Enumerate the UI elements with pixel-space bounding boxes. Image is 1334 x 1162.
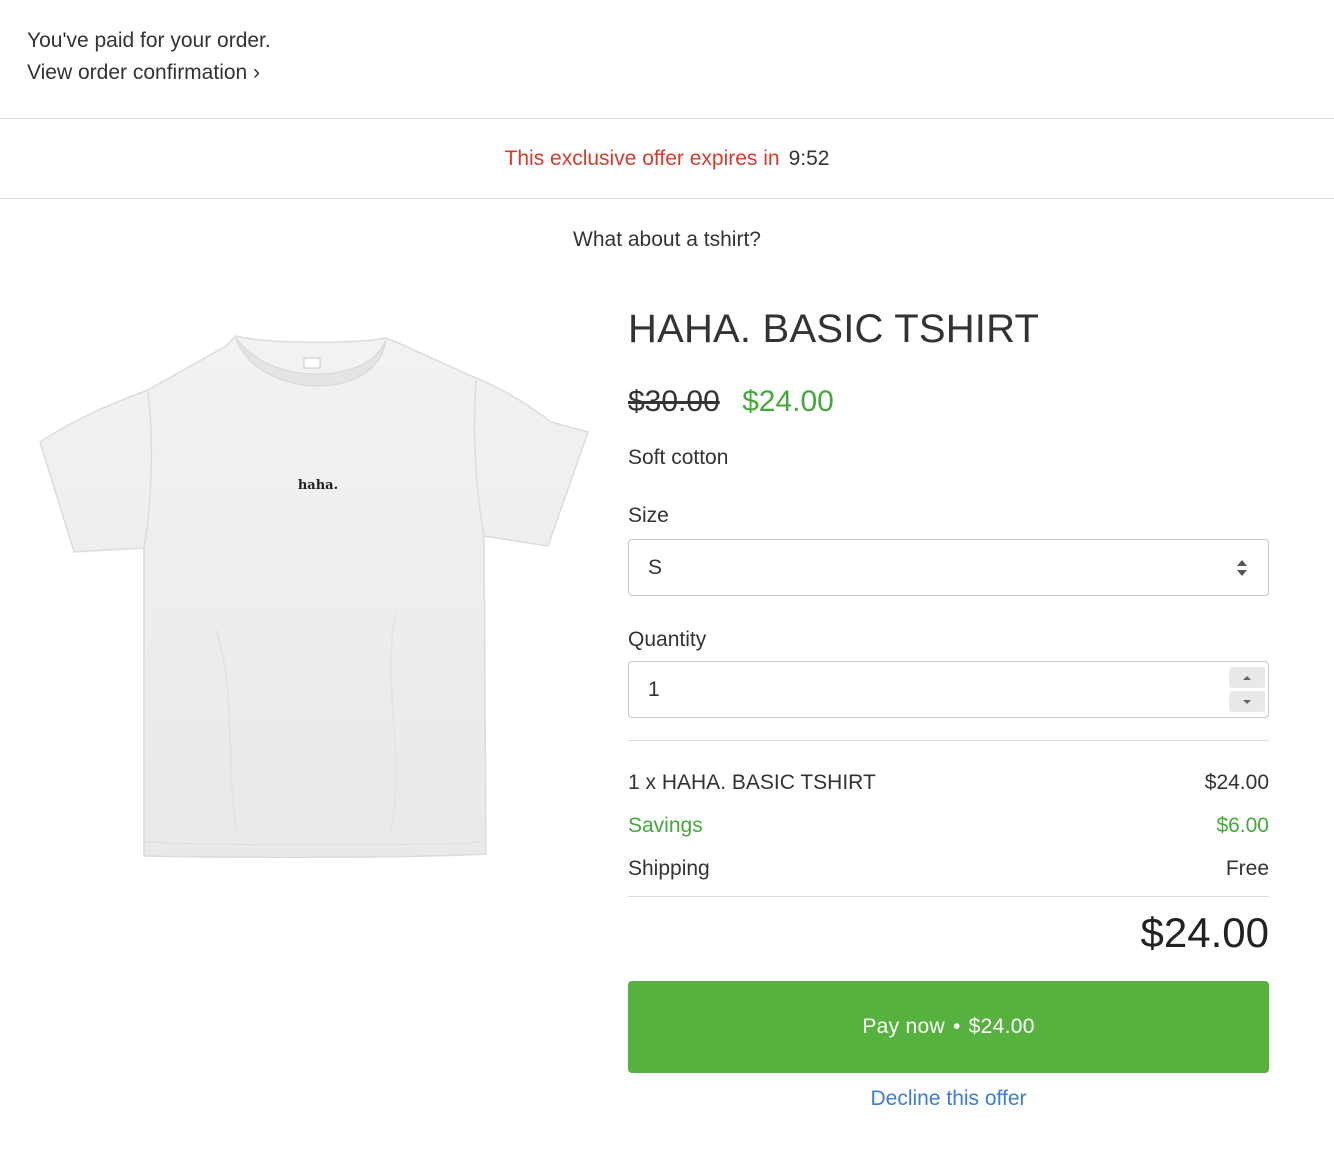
savings-value: $6.00 bbox=[1216, 814, 1269, 837]
offer-heading: What about a tshirt? bbox=[573, 228, 761, 251]
line-item-label: 1 x HAHA. BASIC TSHIRT bbox=[628, 771, 876, 794]
pay-now-amount: $24.00 bbox=[968, 1015, 1035, 1038]
view-order-confirmation-link[interactable]: View order confirmation › bbox=[27, 56, 260, 89]
pay-separator: • bbox=[952, 1015, 961, 1038]
quantity-label: Quantity bbox=[628, 628, 707, 651]
pay-now-button[interactable]: Pay now • $24.00 bbox=[628, 981, 1269, 1073]
order-total: $24.00 bbox=[1140, 909, 1269, 956]
tshirt-image: haha. bbox=[39, 335, 589, 859]
paid-banner: You've paid for your order. View order c… bbox=[0, 0, 1334, 119]
quantity-value[interactable]: 1 bbox=[648, 678, 660, 702]
size-select[interactable]: S bbox=[628, 539, 1269, 596]
size-label: Size bbox=[628, 504, 669, 527]
savings-label: Savings bbox=[628, 814, 703, 837]
paid-message: You've paid for your order. bbox=[27, 29, 271, 52]
product-title: HAHA. BASIC TSHIRT bbox=[628, 307, 1040, 351]
decline-offer-link[interactable]: Decline this offer bbox=[628, 1085, 1269, 1113]
original-price: $30.00 bbox=[628, 385, 720, 418]
quantity-stepper-controls bbox=[1229, 667, 1265, 712]
caret-up-icon bbox=[1243, 675, 1251, 680]
select-updown-icon bbox=[1236, 559, 1248, 577]
order-summary: 1 x HAHA. BASIC TSHIRT $24.00 Savings $6… bbox=[628, 741, 1269, 890]
quantity-decrement-button[interactable] bbox=[1229, 691, 1265, 712]
pay-now-label: Pay now bbox=[862, 1015, 945, 1038]
tshirt-print-text: haha. bbox=[298, 478, 338, 493]
sale-price: $24.00 bbox=[742, 385, 834, 418]
line-item-value: $24.00 bbox=[1204, 771, 1269, 794]
caret-down-icon bbox=[1243, 699, 1251, 704]
summary-line-item: 1 x HAHA. BASIC TSHIRT $24.00 bbox=[628, 761, 1269, 804]
quantity-increment-button[interactable] bbox=[1229, 667, 1265, 688]
summary-divider-bottom bbox=[628, 896, 1269, 897]
quantity-stepper[interactable]: 1 bbox=[628, 661, 1269, 718]
timer-label: This exclusive offer expires in bbox=[504, 146, 780, 170]
offer-timer-bar: This exclusive offer expires in 9:52 bbox=[0, 119, 1334, 199]
shipping-label: Shipping bbox=[628, 857, 710, 880]
product-details: HAHA. BASIC TSHIRT $30.00 $24.00 Soft co… bbox=[628, 300, 1269, 1113]
size-selected-value: S bbox=[648, 555, 663, 579]
summary-shipping: Shipping Free bbox=[628, 847, 1269, 890]
product-image: haha. bbox=[36, 330, 592, 862]
price-row: $30.00 $24.00 bbox=[628, 382, 1269, 422]
product-description: Soft cotton bbox=[628, 446, 729, 469]
shipping-value: Free bbox=[1225, 857, 1269, 880]
summary-savings: Savings $6.00 bbox=[628, 804, 1269, 847]
timer-countdown: 9:52 bbox=[788, 146, 830, 170]
